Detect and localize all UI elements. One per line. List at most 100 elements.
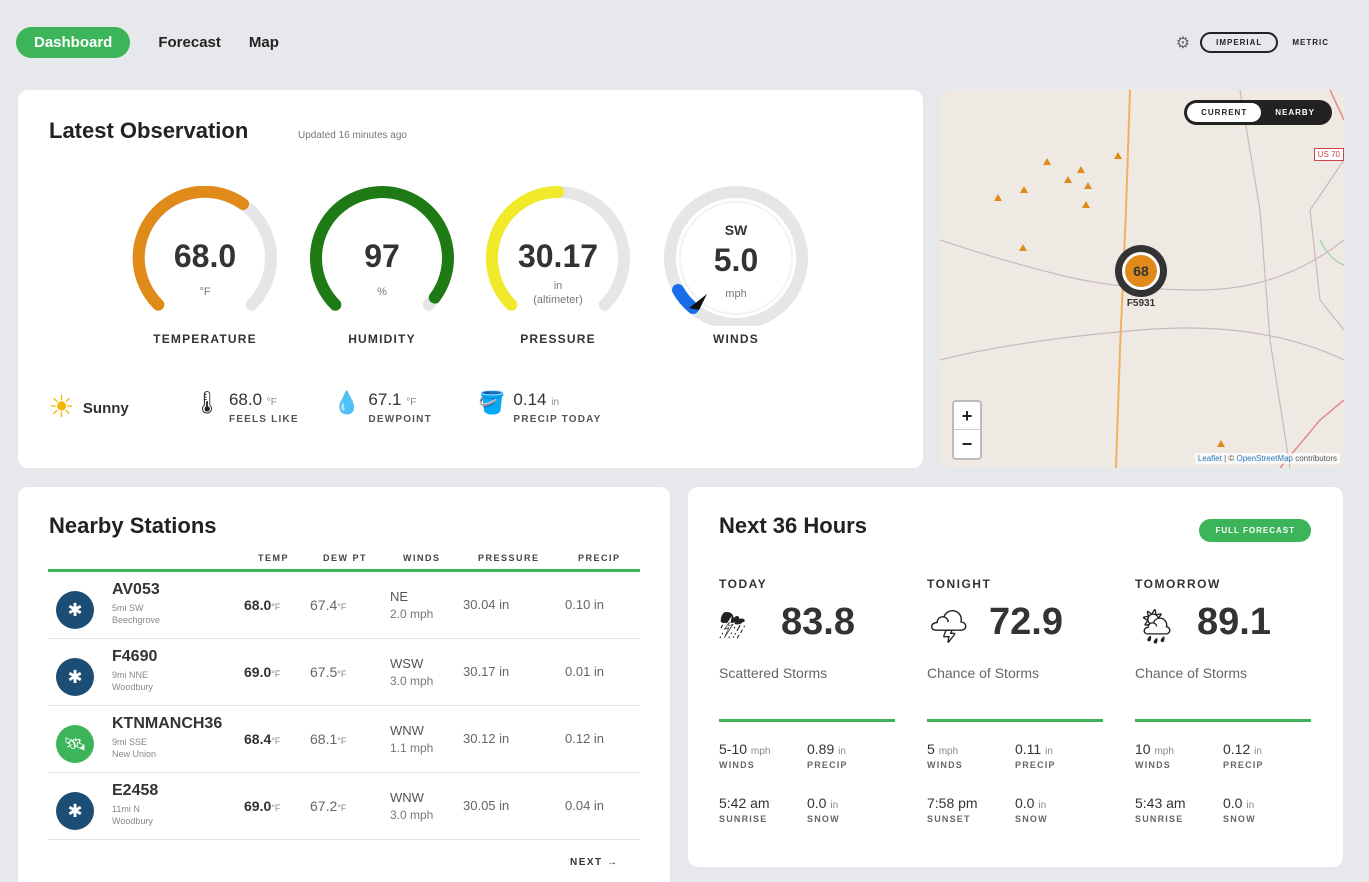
attribution-separator: | © [1221,454,1237,463]
nav-dashboard[interactable]: Dashboard [16,27,131,58]
period-sun-label: SUNRISE [719,814,768,824]
zoom-in-button[interactable]: + [954,402,980,430]
station-temp: 69.0°F [244,798,280,814]
map-view-toggle: CURRENT NEARBY [1184,100,1332,125]
period-precip-unit: in [838,746,846,757]
station-temp-value: 68.0 [244,597,272,613]
station-row[interactable]: 🛰 KTNMANCH36 9mi SSE New Union 68.4°F 68… [48,707,640,773]
period-description: Chance of Storms [927,665,1040,681]
station-temp-value: 69.0 [244,798,272,814]
station-row[interactable]: ✱ E2458 11mi N Woodbury 69.0°F 67.2°F WN… [48,774,640,840]
map-attribution: Leaflet | © OpenStreetMap contributors [1194,453,1340,464]
period-precip-label: PRECIP [1015,760,1056,770]
station-distance: 9mi SSE [112,737,148,747]
precip-today-label: PRECIP TODAY [513,414,602,425]
station-temp-unit: °F [271,602,281,612]
period-precip-unit: in [1254,746,1262,757]
period-temp: 89.1 [1197,601,1271,643]
station-precip: 0.01 in [565,664,605,679]
station-marker[interactable] [1043,158,1051,165]
pressure-unit: in [553,280,563,292]
station-marker[interactable] [1019,244,1027,251]
station-place: Woodbury [112,816,153,826]
station-marker[interactable] [1082,201,1090,208]
period-snow-unit: in [1246,800,1255,811]
feels-like-unit: °F [266,397,277,408]
gear-icon[interactable]: ⚙ [1176,33,1190,53]
station-marker[interactable] [1020,186,1028,193]
next-page-button[interactable]: NEXT → [570,857,618,868]
pressure-gauge: 30.17 in (altimeter) PRESSURE [481,186,635,346]
station-precip: 0.12 in [565,731,605,746]
updated-time: Updated 16 minutes ago [298,130,407,141]
metric-toggle[interactable]: METRIC [1292,38,1329,47]
station-id[interactable]: E2458 [112,782,158,800]
map-nearby-button[interactable]: NEARBY [1261,103,1329,122]
station-temp-unit: °F [271,736,281,746]
forecast-card: Next 36 Hours FULL FORECAST TODAY ⛈ 83.8… [688,487,1343,867]
station-row[interactable]: ✱ F4690 9mi NNE Woodbury 69.0°F 67.5°F W… [48,640,640,706]
sun-icon: ☀ [48,391,75,424]
station-type-icon: 🛰 [56,725,94,763]
sun-storm-icon: 🌦 [1135,608,1179,646]
nav-forecast[interactable]: Forecast [158,34,221,51]
station-dewpoint: 67.4°F [310,597,346,613]
station-distance: 9mi NNE [112,670,149,680]
station-wind-dir: WNW [390,723,424,738]
station-marker[interactable] [1064,176,1072,183]
period-sun-label: SUNRISE [1135,814,1184,824]
pressure-value: 30.17 [517,238,599,274]
winds-gauge: SW 5.0 mph WINDS [659,186,813,346]
period-temp: 83.8 [781,601,855,643]
wind-unit: mph [725,288,747,300]
station-temp-value: 69.0 [244,664,272,680]
period-temp: 72.9 [989,601,1063,643]
station-dewpoint-unit: °F [337,669,347,679]
station-dewpoint-unit: °F [337,803,347,813]
station-map[interactable]: US 70 68 F5931 CURRENT NEARBY + − Leafle… [940,90,1344,468]
osm-link[interactable]: OpenStreetMap [1236,454,1292,463]
road-label: US 70 [1313,148,1344,161]
station-place: Beechgrove [112,615,161,625]
current-station-marker[interactable]: 68 [1115,245,1167,297]
period-precip: 0.11 in PRECIP [1015,741,1056,770]
station-id[interactable]: F4690 [112,648,157,666]
nav-map[interactable]: Map [249,34,279,51]
station-marker[interactable] [994,194,1002,201]
period-winds: 5-10 mph WINDS [719,741,770,770]
temperature-value: 68.0 [173,238,237,274]
station-marker[interactable] [1217,440,1225,447]
col-temp: TEMP [258,553,290,563]
map-current-button[interactable]: CURRENT [1187,103,1262,122]
pressure-label: PRESSURE [520,332,596,346]
feels-like-label: FEELS LIKE [228,414,299,425]
full-forecast-button[interactable]: FULL FORECAST [1199,519,1311,542]
station-id[interactable]: AV053 [112,581,160,599]
period-snow-value: 0.0 [1015,795,1035,811]
station-temp: 68.0°F [244,597,280,613]
dewpoint-icon: 💧 [333,390,361,415]
forecast-title: Next 36 Hours [719,513,867,538]
station-marker[interactable] [1114,152,1122,159]
station-distance: 11mi N [112,804,140,814]
station-row[interactable]: ✱ AV053 5mi SW Beechgrove 68.0°F 67.4°F … [48,573,640,639]
period-snow-label: SNOW [1223,814,1256,824]
forecast-period: TODAY ⛈ 83.8 Scattered Storms 5-10 mph W… [719,577,897,847]
sky-text: Sunny [82,400,129,417]
period-winds: 10 mph WINDS [1135,741,1174,770]
imperial-toggle[interactable]: IMPERIAL [1200,32,1279,53]
period-sun: 5:42 am SUNRISE [719,795,770,824]
period-winds-label: WINDS [719,760,755,770]
zoom-control: + − [952,400,982,460]
station-marker[interactable] [1084,182,1092,189]
zoom-out-button[interactable]: − [954,430,980,458]
station-id[interactable]: KTNMANCH36 [112,715,222,733]
precip-today-unit: in [551,397,560,408]
station-marker[interactable] [1077,166,1085,173]
period-precip-value: 0.89 [807,741,835,757]
period-sun-time: 5:43 am [1135,795,1186,811]
station-pressure: 30.17 in [463,664,510,679]
period-precip-label: PRECIP [1223,760,1264,770]
wind-speed: 5.0 [713,242,759,278]
leaflet-link[interactable]: Leaflet [1198,454,1222,463]
